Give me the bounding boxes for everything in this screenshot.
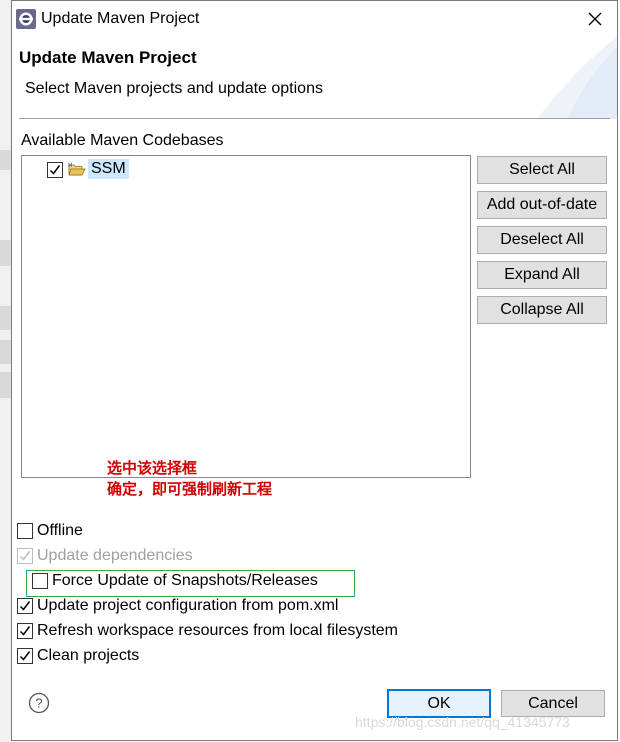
watermark: https://blog.csdn.net/qq_41345773 — [355, 714, 570, 730]
update-config-checkbox[interactable] — [17, 598, 33, 614]
annotation-line-2: 确定，即可强制刷新工程 — [107, 480, 273, 498]
codebases-label: Available Maven Codebases — [21, 132, 224, 149]
annotation-line-1: 选中该选择框 — [107, 459, 198, 477]
checkmark-icon — [19, 651, 31, 661]
collapse-all-button[interactable]: Collapse All — [477, 296, 607, 324]
clean-projects-label: Clean projects — [37, 647, 140, 664]
eclipse-app-icon — [16, 9, 36, 29]
update-config-label: Update project configuration from pom.xm… — [37, 597, 339, 614]
select-all-button[interactable]: Select All — [477, 156, 607, 184]
clean-projects-checkbox[interactable] — [17, 648, 33, 664]
add-out-of-date-button[interactable]: Add out-of-date — [477, 191, 607, 219]
update-dependencies-checkbox — [17, 548, 33, 564]
tree-item-checkbox[interactable] — [47, 162, 63, 178]
refresh-workspace-label: Refresh workspace resources from local f… — [37, 622, 399, 639]
checkmark-icon — [19, 626, 31, 636]
checkmark-icon — [19, 601, 31, 611]
cancel-button[interactable]: Cancel — [501, 690, 605, 717]
header-subtitle: Select Maven projects and update options — [25, 80, 323, 97]
codebases-tree[interactable]: M SSM — [21, 155, 471, 478]
window-title: Update Maven Project — [41, 10, 200, 27]
header-title: Update Maven Project — [19, 48, 197, 67]
help-icon[interactable]: ? — [28, 692, 50, 714]
header-separator — [19, 118, 610, 119]
checkmark-icon — [19, 551, 31, 561]
offline-label: Offline — [37, 522, 83, 539]
offline-checkbox[interactable] — [17, 523, 33, 539]
dialog-header: Update Maven Project Select Maven projec… — [12, 37, 617, 119]
deselect-all-button[interactable]: Deselect All — [477, 226, 607, 254]
maven-folder-icon: M — [68, 163, 86, 176]
force-update-checkbox[interactable] — [32, 573, 48, 589]
update-dependencies-label: Update dependencies — [37, 547, 193, 564]
header-banner-graphic — [537, 37, 617, 119]
svg-text:?: ? — [35, 696, 42, 711]
expand-all-button[interactable]: Expand All — [477, 261, 607, 289]
force-update-label: Force Update of Snapshots/Releases — [52, 572, 318, 589]
title-bar: Update Maven Project — [12, 1, 617, 37]
checkmark-icon — [49, 165, 61, 175]
close-icon[interactable] — [583, 7, 607, 31]
tree-item-label: SSM — [88, 159, 129, 179]
update-maven-project-dialog: Update Maven Project Update Maven Projec… — [11, 0, 618, 741]
refresh-workspace-checkbox[interactable] — [17, 623, 33, 639]
svg-text:M: M — [68, 163, 72, 169]
